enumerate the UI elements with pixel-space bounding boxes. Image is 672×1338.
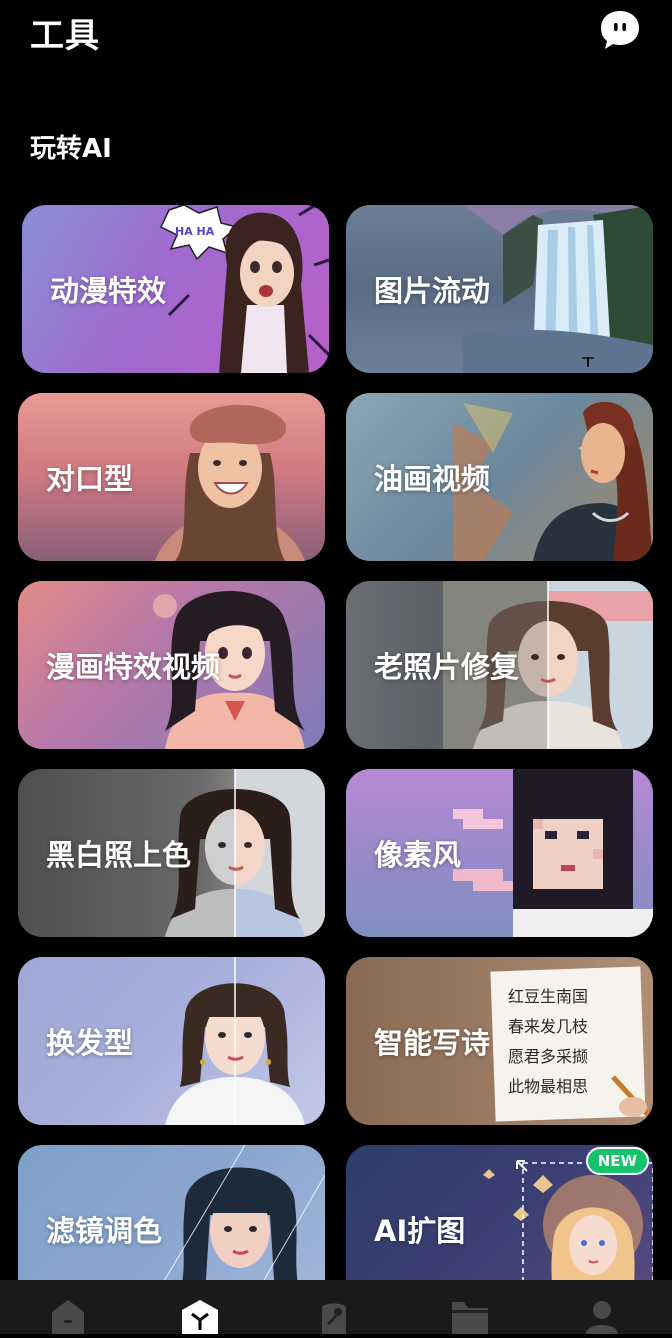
tool-card-label: 智能写诗	[374, 1026, 491, 1060]
tools-icon	[182, 1300, 218, 1334]
poem-line: 春来发几枝	[508, 1017, 588, 1036]
home-icon	[52, 1300, 84, 1334]
tool-card-oil-painting-video[interactable]: 油画视频	[346, 393, 653, 561]
tool-card-lip-sync[interactable]: 对口型	[18, 393, 325, 561]
tool-card-comic-effect-video[interactable]: 漫画特效视频	[18, 581, 325, 749]
tool-card-ai-expand[interactable]: NEW AI扩图	[346, 1145, 653, 1280]
poem-paper-art: 红豆生南国 春来发几枝 愿君多采撷 此物最相思	[490, 966, 650, 1122]
tool-card-old-photo-restore[interactable]: 老照片修复	[346, 581, 653, 749]
brush-icon	[322, 1303, 346, 1334]
tool-card-smart-poetry[interactable]: 红豆生南国 春来发几枝 愿君多采撷 此物最相思 智能写诗	[346, 957, 653, 1125]
tool-card-label: 黑白照上色	[46, 838, 192, 872]
tool-card-anime-effect[interactable]: HA HA 动漫特效	[22, 205, 329, 373]
tool-card-change-hairstyle[interactable]: 换发型	[18, 957, 325, 1125]
tools-grid: HA HA 动漫特效 图片流动 对口型 油画视频 漫画特效视频 老照片修复 黑白…	[18, 205, 654, 1280]
profile-icon	[586, 1301, 618, 1334]
tool-card-label: 老照片修复	[374, 650, 520, 684]
poem-line: 愿君多采撷	[508, 1047, 588, 1066]
tool-card-label: 滤镜调色	[46, 1214, 163, 1248]
tab-profile[interactable]	[580, 1298, 624, 1334]
tab-files[interactable]	[448, 1298, 492, 1334]
new-badge: NEW	[585, 1147, 649, 1175]
tool-card-label: 对口型	[46, 462, 134, 496]
tab-home[interactable]	[46, 1298, 90, 1334]
tool-card-label: 动漫特效	[50, 274, 167, 308]
folder-icon	[452, 1302, 488, 1334]
tool-card-label: 图片流动	[374, 274, 491, 308]
tool-card-image-flow[interactable]: 图片流动	[346, 205, 653, 373]
tool-card-label: 漫画特效视频	[46, 650, 221, 684]
tool-card-label: 换发型	[46, 1026, 134, 1060]
chat-bubble-icon	[601, 11, 639, 49]
message-button[interactable]	[598, 8, 642, 52]
tab-create[interactable]	[312, 1298, 356, 1334]
tab-tools[interactable]	[178, 1298, 222, 1334]
waterfall-art	[463, 205, 653, 373]
tool-card-label: AI扩图	[374, 1214, 466, 1248]
tool-card-label: 像素风	[374, 838, 462, 872]
anime-girl-haha-art: HA HA	[160, 205, 329, 373]
tool-card-bw-colorize[interactable]: 黑白照上色	[18, 769, 325, 937]
tool-card-pixel-style[interactable]: 像素风	[346, 769, 653, 937]
smiling-woman-beret-art	[155, 404, 305, 561]
tool-card-label: 油画视频	[374, 462, 491, 496]
page-title: 工具	[30, 16, 100, 56]
bottom-tab-bar	[0, 1280, 672, 1334]
poem-line: 红豆生南国	[508, 987, 588, 1006]
section-title: 玩转AI	[30, 134, 112, 164]
hairstyle-split-art	[165, 957, 305, 1125]
poem-line: 此物最相思	[508, 1077, 588, 1096]
tool-card-filter-color[interactable]: 滤镜调色	[18, 1145, 325, 1280]
pixel-girl-art	[453, 769, 653, 937]
haha-bubble-text: HA HA	[175, 225, 215, 238]
